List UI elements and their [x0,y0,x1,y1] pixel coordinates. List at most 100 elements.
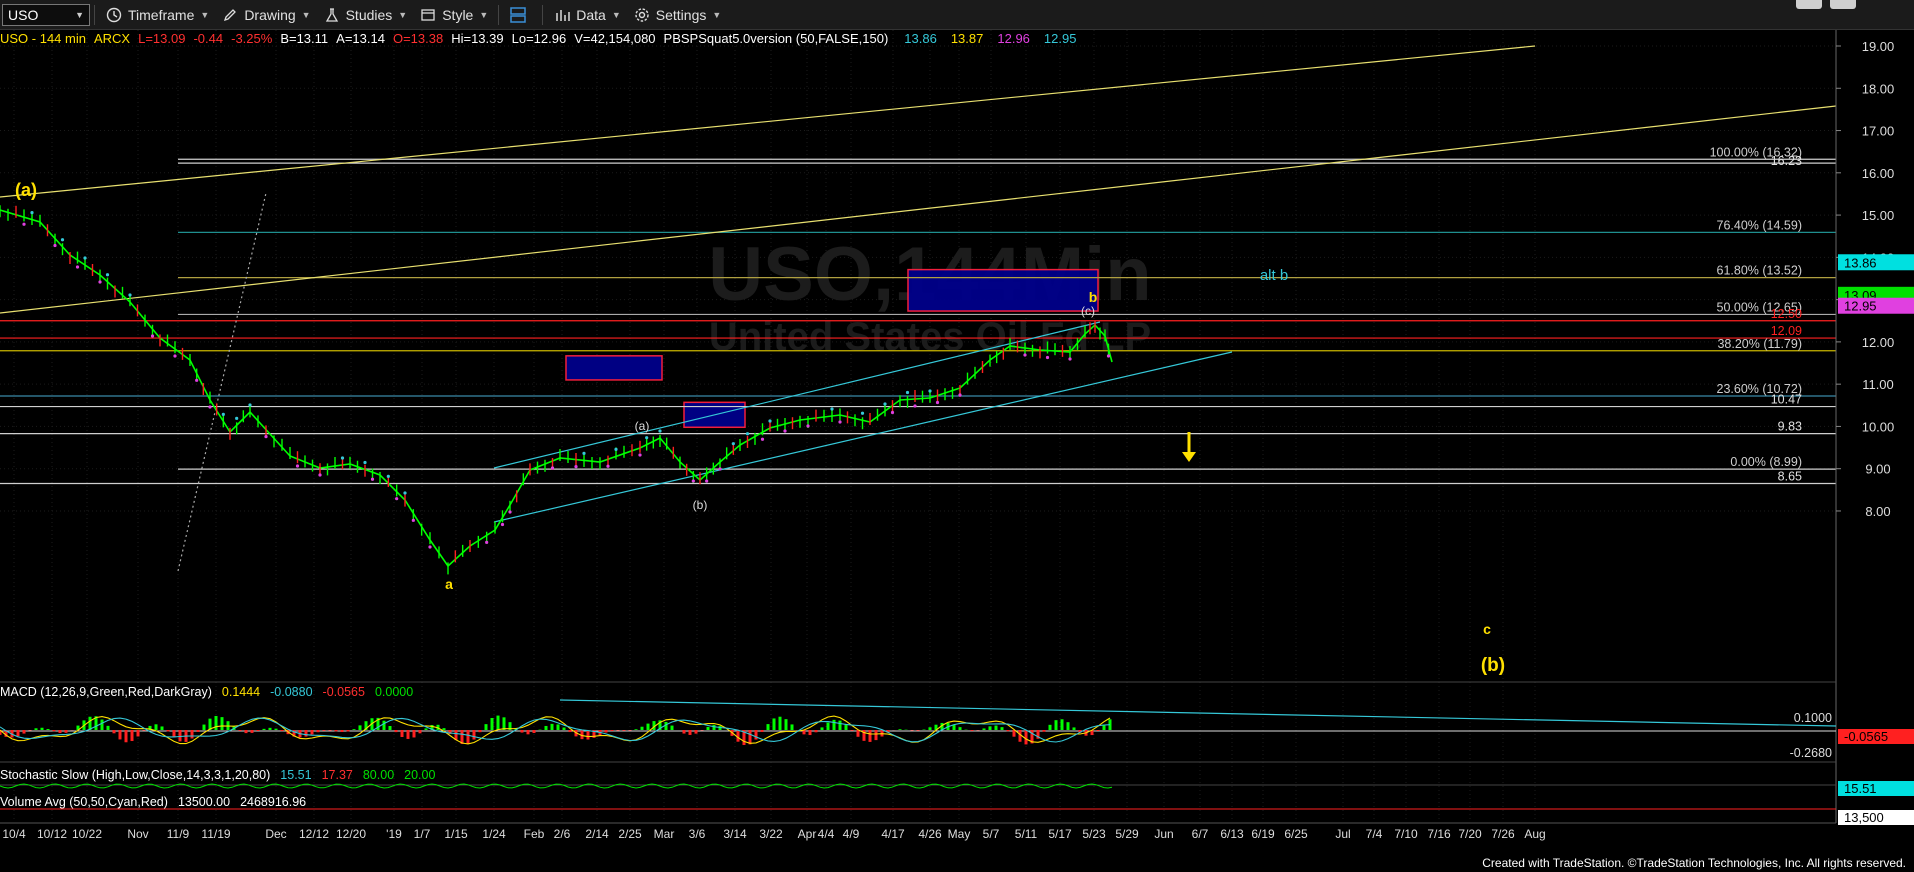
volavg-value-1: 13500.00 [177,795,231,809]
time-tick-label: 11/9 [167,827,190,841]
stoch-price-tag-label: 15.51 [1844,781,1877,796]
study-dot [395,497,399,501]
time-tick-label: Apr [798,827,817,841]
study-dot [606,464,610,468]
study-dot [428,545,432,549]
chevron-down-icon: ▼ [301,9,311,20]
level-price-label: 12.09 [1771,324,1802,338]
study-dot [30,211,34,215]
fib-level-label: 0.00% (8.99) [1730,455,1802,469]
pct-change: -3.25% [231,31,273,46]
study-dot [913,404,917,408]
bid-price: B=13.11 [280,31,329,46]
dotted-fib-line [177,192,267,572]
price-header: USO - 144 min ARCX L=13.09 -0.44 -3.25% … [0,31,1076,49]
study-dot [98,280,102,284]
stoch-value-1: 15.51 [280,768,312,782]
time-tick-label: 3/6 [689,827,706,841]
macd-label: MACD (12,26,9,Green,Red,DarkGray) [0,685,212,699]
time-tick-label: Mar [654,827,675,841]
study-dot [264,435,268,439]
time-tick-label: 4/9 [843,827,860,841]
volavg-label: Volume Avg (50,50,Cyan,Red) [0,795,168,809]
time-tick-label: 7/26 [1491,827,1515,841]
chevron-down-icon: ▼ [75,9,84,20]
price-tick-label: 12.00 [1862,335,1895,350]
study-dot [500,522,505,527]
study-value-1: 13.86 [904,31,937,46]
wave-label: (a) [635,419,650,433]
study-value-3: 12.96 [997,31,1030,46]
study-value-2: 13.87 [950,31,984,46]
study-dot [221,412,225,416]
time-tick-label: Jul [1335,827,1350,841]
price-tick-label: 15.00 [1862,208,1895,223]
study-dot [582,451,586,455]
layout-button[interactable] [503,0,538,30]
drawing-menu[interactable]: Drawing ▼ [215,0,316,30]
data-menu[interactable]: Data ▼ [547,0,627,30]
layout-icon [509,6,527,24]
time-tick-label: 7/16 [1427,827,1451,841]
study-dot [318,473,322,477]
horizontal-levels: 100.00% (16.32)76.40% (14.59)61.80% (13.… [0,145,1836,485]
study-label: PBSPSquat5.0version (50,FALSE,150) [663,31,889,46]
study-dot [935,400,940,405]
style-icon [419,6,437,24]
time-tick-label: 6/13 [1220,827,1244,841]
window-controls [1796,0,1856,9]
price-tick-label: 18.00 [1862,81,1895,96]
study-dot [745,432,750,436]
high-price: Hi=13.39 [451,31,504,46]
fib-level-label: 38.20% (11.79) [1717,337,1802,351]
studies-menu[interactable]: Studies ▼ [317,0,414,30]
level-price-label: 8.65 [1778,469,1802,483]
studies-label: Studies [345,6,393,23]
study-dot [860,411,865,415]
fib-level-label: 76.40% (14.59) [1717,218,1802,232]
study-dot [235,416,239,420]
time-tick-label: Jun [1154,827,1173,841]
close-button[interactable] [1830,0,1856,9]
study-dot [150,334,155,338]
time-tick-label: 2/25 [618,827,642,841]
settings-menu[interactable]: Settings ▼ [627,0,728,30]
price-axis: 19.0018.0017.0016.0015.0014.0013.0012.00… [1835,30,1914,823]
wave-label: a [445,576,453,592]
toolbar-divider [498,4,500,25]
stoch-value-4: 20.00 [404,768,436,782]
ask-price: A=13.14 [336,31,385,46]
study-dot [550,466,555,470]
study-dot [1068,357,1072,361]
level-price-label: 10.47 [1771,393,1802,407]
timeframe-menu[interactable]: Timeframe ▼ [99,0,215,30]
price-tag-label: 12.95 [1844,299,1877,314]
stoch-header: Stochastic Slow (High,Low,Close,14,3,3,1… [0,768,435,782]
trend-line-upper-yellow [0,45,1536,198]
stoch-value-3: 80.00 [362,768,395,782]
price-tick-label: 17.00 [1862,124,1895,139]
price-chart[interactable]: USO,144Min United States Oil Fd LP 100.0… [0,30,1914,857]
macd-axis-label: 0.1000 [1794,711,1832,725]
level-price-label: 16.23 [1771,154,1802,168]
symbol-input[interactable]: USO ▼ [2,3,90,26]
study-dot [783,429,787,433]
time-tick-label: 5/17 [1048,827,1072,841]
study-dot [295,464,300,468]
net-change: -0.44 [193,31,224,46]
style-menu[interactable]: Style ▼ [413,0,494,30]
study-dot [645,436,649,440]
macd-value-1: 0.1444 [221,685,261,699]
fib-level-label: 61.80% (13.52) [1717,264,1802,278]
study-dot [830,407,834,411]
time-tick-label: 1/15 [444,827,468,841]
study-dot [485,540,489,544]
last-price: L=13.09 [138,31,186,46]
bar-chart-icon [553,6,571,24]
study-dot [208,405,212,409]
minimize-button[interactable] [1796,0,1822,9]
time-tick-label: 5/7 [983,827,1000,841]
study-dot [574,465,578,469]
time-tick-label: '19 [386,827,402,841]
time-tick-label: Nov [127,827,148,841]
